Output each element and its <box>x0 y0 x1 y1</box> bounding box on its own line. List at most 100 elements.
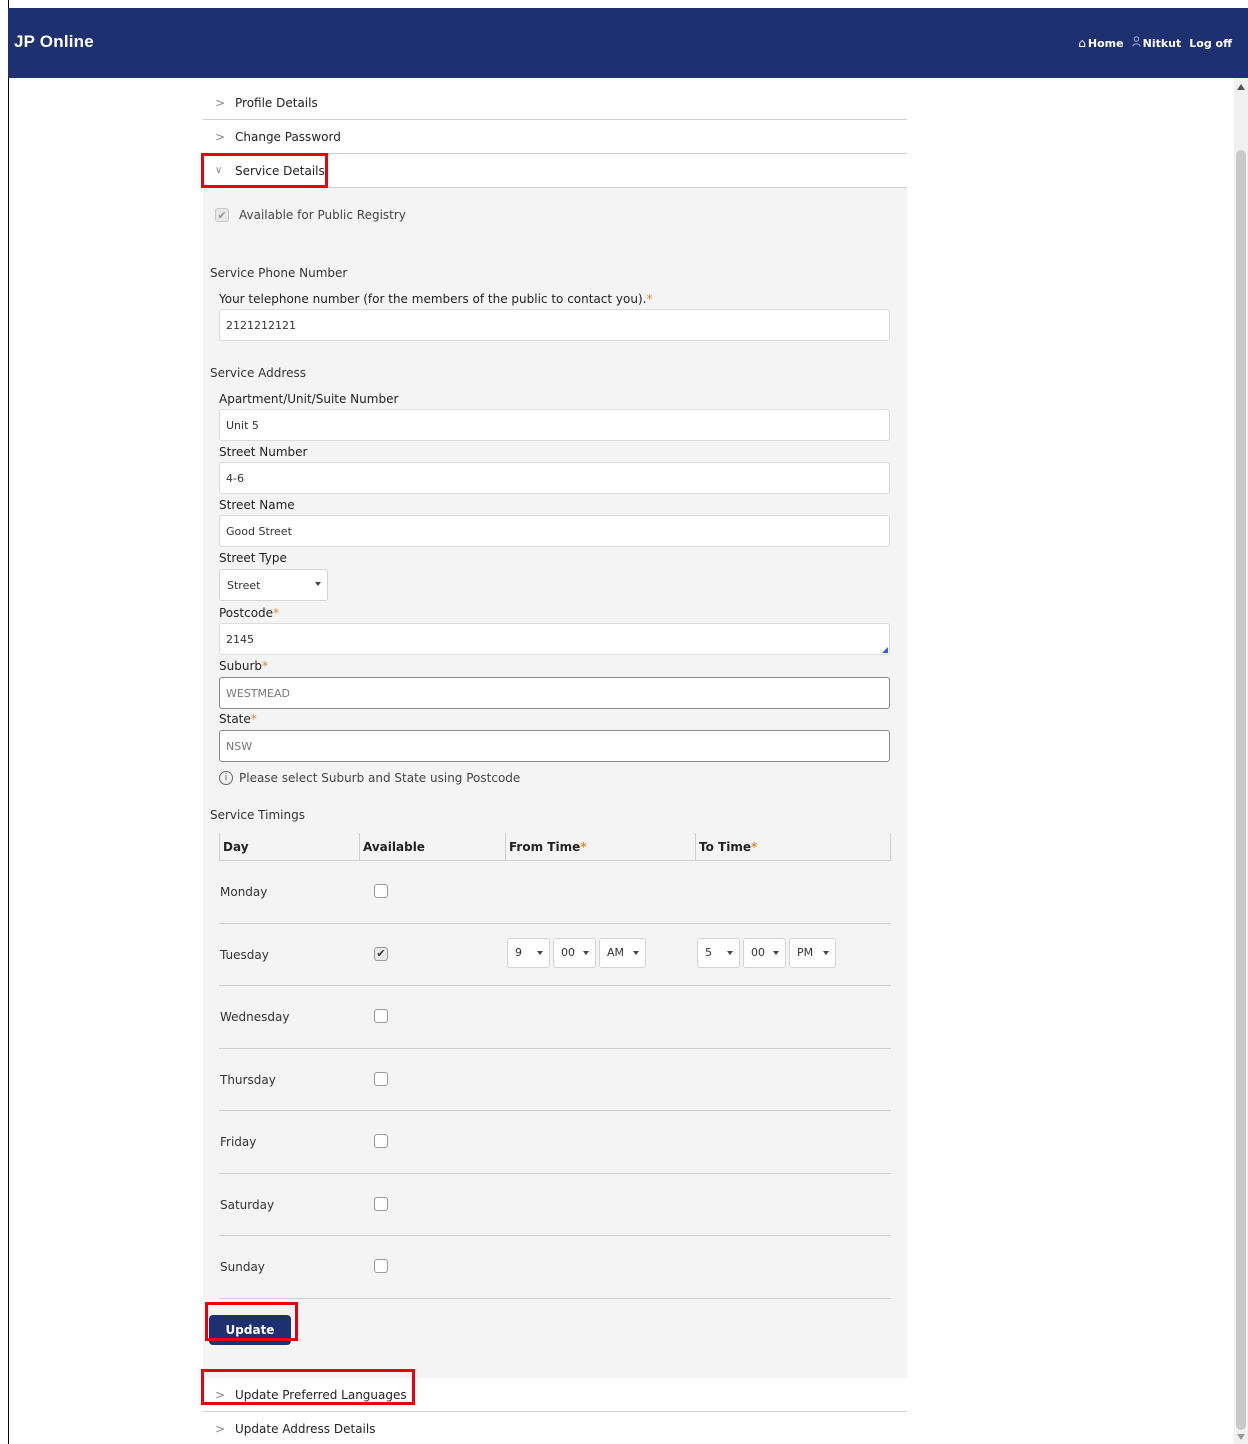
phone-label: Your telephone number (for the members o… <box>219 292 652 306</box>
chevron-right-icon: > <box>215 1387 226 1402</box>
public-registry-checkbox[interactable]: ✔ <box>215 208 229 222</box>
state-label-text: State <box>219 712 251 726</box>
timing-row-sunday: Sunday <box>219 1236 891 1299</box>
state-value: NSW <box>226 739 253 753</box>
accordion-change-password[interactable]: > Change Password <box>203 120 907 154</box>
street-name-input[interactable]: Good Street <box>219 515 890 547</box>
street-number-value: 4-6 <box>226 471 244 485</box>
chevron-down-icon: ∨ <box>215 165 223 176</box>
phone-section-title: Service Phone Number <box>210 266 348 280</box>
unit-input[interactable]: Unit 5 <box>219 409 890 441</box>
resize-handle-icon[interactable] <box>882 647 888 653</box>
scroll-up-arrow-icon[interactable] <box>1237 84 1245 90</box>
top-navbar: JP Online ⌂ Home Nitkut Log off <box>8 8 1248 78</box>
from-minute-select[interactable]: 00 <box>553 937 596 968</box>
home-link-label: Home <box>1087 36 1124 50</box>
timing-row-thursday: Thursday <box>219 1049 891 1111</box>
dropdown-caret-icon <box>583 950 589 955</box>
logoff-link[interactable]: Log off <box>1189 37 1232 50</box>
timings-section-title: Service Timings <box>210 808 305 822</box>
public-registry-label: Available for Public Registry <box>239 208 406 222</box>
header-available: Available <box>359 833 505 860</box>
address-section-title: Service Address <box>210 366 306 380</box>
info-icon: i <box>219 771 233 785</box>
available-checkbox-saturday[interactable] <box>374 1196 388 1211</box>
phone-label-text: Your telephone number (for the members o… <box>219 292 647 306</box>
hint-text: Please select Suburb and State using Pos… <box>239 771 521 785</box>
street-type-select[interactable]: Street <box>219 569 328 601</box>
accordion-label: Service Details <box>235 163 325 178</box>
phone-input[interactable]: 2121212121 <box>219 309 890 341</box>
dropdown-caret-icon <box>537 950 543 955</box>
timing-row-wednesday: Wednesday <box>219 986 891 1049</box>
postcode-value: 2145 <box>226 632 254 646</box>
to-ampm-value: PM <box>797 946 814 959</box>
suburb-input[interactable]: WESTMEAD <box>219 677 890 709</box>
header-to-time: To Time * <box>695 833 891 860</box>
postcode-hint: i Please select Suburb and State using P… <box>219 771 520 785</box>
accordion-service-details[interactable]: ∨ Service Details <box>203 154 907 188</box>
dropdown-caret-icon <box>823 950 829 955</box>
accordion-label: Update Preferred Languages <box>235 1387 407 1402</box>
accordion-update-address[interactable]: > Update Address Details <box>203 1412 907 1444</box>
required-marker: * <box>580 839 587 854</box>
day-label: Tuesday <box>220 947 269 962</box>
available-checkbox-friday[interactable] <box>374 1134 388 1148</box>
day-label: Sunday <box>220 1260 265 1274</box>
to-ampm-select[interactable]: PM <box>789 937 836 968</box>
day-label: Thursday <box>220 1072 276 1087</box>
settings-accordion: > Profile Details > Change Password ∨ Se… <box>203 86 907 1444</box>
chevron-right-icon: > <box>215 129 226 144</box>
scroll-down-arrow-icon[interactable] <box>1237 1434 1245 1440</box>
service-details-panel: ✔ Available for Public Registry Service … <box>203 188 907 1378</box>
postcode-input[interactable]: 2145 <box>219 623 890 655</box>
from-ampm-select[interactable]: AM <box>599 937 646 968</box>
dropdown-caret-icon <box>315 582 321 586</box>
timings-header-row: Day Available From Time * To Time * <box>219 833 891 861</box>
to-hour-select[interactable]: 5 <box>697 937 740 968</box>
header-from-time: From Time * <box>505 833 695 860</box>
day-label: Monday <box>220 885 268 899</box>
street-type-value: Street <box>227 578 261 592</box>
vertical-scrollbar[interactable] <box>1234 78 1248 1444</box>
update-button[interactable]: Update <box>209 1315 291 1345</box>
app-title[interactable]: JP Online <box>14 32 94 52</box>
user-link[interactable]: Nitkut <box>1131 36 1181 50</box>
state-label: State* <box>219 712 257 726</box>
phone-value: 2121212121 <box>226 318 296 332</box>
timing-row-friday: Friday <box>219 1111 891 1174</box>
timing-row-monday: Monday <box>219 861 891 924</box>
required-marker: * <box>273 606 280 620</box>
from-hour-select[interactable]: 9 <box>507 937 550 968</box>
available-checkbox-monday[interactable] <box>374 884 388 898</box>
available-checkbox-tuesday[interactable]: ✔ <box>374 946 388 961</box>
street-name-label: Street Name <box>219 498 295 512</box>
state-input[interactable]: NSW <box>219 730 890 762</box>
dropdown-caret-icon <box>633 950 639 955</box>
timing-row-saturday: Saturday <box>219 1174 891 1236</box>
day-label: Saturday <box>220 1197 275 1212</box>
suburb-label-text: Suburb <box>219 659 262 673</box>
available-checkbox-wednesday[interactable] <box>374 1009 388 1023</box>
from-ampm-value: AM <box>607 946 625 959</box>
dropdown-caret-icon <box>773 950 779 955</box>
suburb-label: Suburb* <box>219 659 268 673</box>
accordion-profile-details[interactable]: > Profile Details <box>203 86 907 120</box>
available-checkbox-thursday[interactable] <box>374 1071 388 1086</box>
scroll-thumb[interactable] <box>1236 150 1246 1430</box>
home-link[interactable]: ⌂ Home <box>1078 36 1123 50</box>
to-minute-select[interactable]: 00 <box>743 937 786 968</box>
accordion-update-languages[interactable]: > Update Preferred Languages <box>203 1378 907 1412</box>
day-label: Wednesday <box>220 1010 290 1024</box>
available-checkbox-sunday[interactable] <box>374 1259 388 1273</box>
chevron-right-icon: > <box>215 1421 226 1436</box>
postcode-label: Postcode* <box>219 606 279 620</box>
street-number-label: Street Number <box>219 445 308 459</box>
day-label: Friday <box>220 1135 257 1149</box>
unit-value: Unit 5 <box>226 418 259 432</box>
header-to-text: To Time <box>699 839 751 854</box>
dropdown-caret-icon <box>727 950 733 955</box>
required-marker: * <box>262 659 268 673</box>
required-marker: * <box>250 712 257 726</box>
street-number-input[interactable]: 4-6 <box>219 462 890 494</box>
